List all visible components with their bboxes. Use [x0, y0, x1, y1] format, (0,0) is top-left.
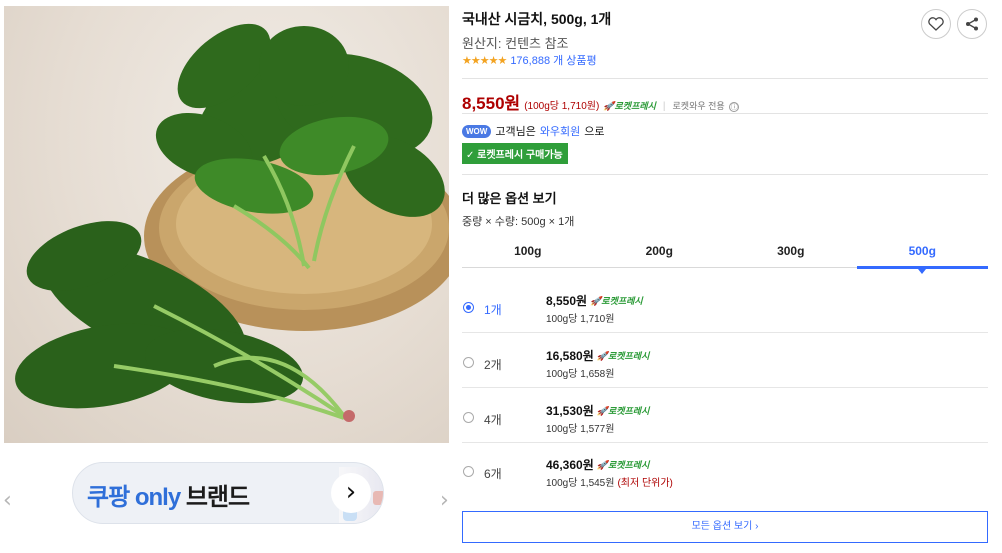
product-image: [4, 6, 449, 443]
wow-suffix: 으로: [584, 126, 605, 138]
wow-member-row: WOW 고객님은 와우회원 으로: [462, 123, 605, 139]
wow-member-link[interactable]: 와우회원: [540, 123, 580, 139]
next-image-arrow-icon[interactable]: ›: [440, 488, 449, 513]
quantity-label: 1개: [484, 303, 502, 317]
quantity-option-row[interactable]: 6개 46,360원 🚀로켓프레시 100g당 1,545원 (최저 단위가): [462, 443, 988, 497]
price-row: 8,550원 (100g당 1,710원) 🚀로켓프레시 | 로켓와우 전용 ⓘ: [462, 89, 740, 114]
selected-option-summary: 중량 × 수량: 500g × 1개: [462, 216, 575, 228]
unit-price: (100g당 1,710원): [524, 101, 600, 112]
quantity-label: 4개: [484, 413, 502, 427]
more-options-title: 더 많은 옵션 보기: [462, 191, 557, 206]
rating-summary[interactable]: ★★★★★ 176,888 개 상품평: [462, 52, 597, 68]
radio-selected[interactable]: [463, 302, 474, 313]
rocket-wow-only-note[interactable]: 로켓와우 전용 ⓘ: [673, 99, 740, 112]
divider: [462, 78, 988, 79]
weight-tabs: 100g 200g 300g 500g: [462, 238, 989, 274]
rocket-fresh-badge: 🚀로켓프레시: [590, 296, 643, 306]
star-rating-icon: ★★★★★: [462, 53, 507, 67]
review-count-link[interactable]: 176,888 개 상품평: [510, 52, 596, 68]
rocket-fresh-badge: 🚀로켓프레시: [596, 406, 650, 416]
tab-500g[interactable]: 500g: [856, 238, 989, 274]
option-price: 8,550원 🚀로켓프레시: [546, 294, 643, 308]
product-title: 국내산 시금치, 500g, 1개: [462, 11, 612, 27]
all-options-button[interactable]: 모든 옵션 보기 ›: [462, 511, 988, 543]
sale-price: 8,550원: [462, 94, 521, 113]
divider: [462, 113, 988, 114]
wishlist-heart-button[interactable]: [921, 9, 951, 39]
rocket-fresh-badge: 🚀로켓프레시: [603, 101, 656, 111]
divider: [462, 174, 988, 175]
option-unit-price: 100g당 1,710원: [546, 314, 615, 325]
radio-unselected[interactable]: [463, 357, 474, 368]
quantity-label: 6개: [484, 467, 502, 481]
lowest-unit-price-note: (최저 단위가): [617, 478, 673, 489]
share-button[interactable]: [957, 9, 987, 39]
heart-icon: [928, 17, 944, 31]
option-price: 16,580원 🚀로켓프레시: [546, 349, 650, 363]
wow-prefix: 고객님은: [495, 126, 536, 138]
product-origin: 원산지: 컨텐츠 참조: [462, 36, 569, 51]
coupang-only-brand-banner[interactable]: 쿠팡 only 브랜드 ›: [72, 462, 384, 524]
prev-image-arrow-icon[interactable]: ‹: [3, 488, 12, 513]
info-icon[interactable]: ⓘ: [729, 102, 740, 112]
tab-300g[interactable]: 300g: [725, 238, 857, 267]
chevron-right-icon[interactable]: ›: [331, 473, 371, 513]
wow-badge: WOW: [462, 124, 492, 138]
option-unit-price: 100g당 1,577원: [546, 424, 615, 435]
share-icon: [966, 17, 978, 31]
separator: |: [662, 101, 666, 112]
banner-brand-a: 쿠팡 only: [87, 484, 181, 511]
quantity-option-row[interactable]: 2개 16,580원 🚀로켓프레시 100g당 1,658원: [462, 334, 988, 388]
spinach-illustration: [15, 23, 449, 422]
rocket-fresh-badge: 🚀로켓프레시: [596, 351, 650, 361]
radio-unselected[interactable]: [463, 412, 474, 423]
quantity-label: 2개: [484, 358, 502, 372]
radio-unselected[interactable]: [463, 466, 474, 477]
quantity-option-row[interactable]: 4개 31,530원 🚀로켓프레시 100g당 1,577원: [462, 389, 988, 443]
option-price: 31,530원 🚀로켓프레시: [546, 404, 650, 418]
banner-text: 쿠팡 only 브랜드: [87, 477, 250, 512]
option-price: 46,360원 🚀로켓프레시: [546, 458, 650, 472]
tab-100g[interactable]: 100g: [462, 238, 594, 267]
tab-200g[interactable]: 200g: [594, 238, 726, 267]
option-unit-price: 100g당 1,545원 (최저 단위가): [546, 478, 673, 489]
banner-brand-b: 브랜드: [185, 484, 250, 511]
option-unit-price: 100g당 1,658원: [546, 369, 615, 380]
rocket-fresh-available-badge: ✓ 로켓프레시 구매가능: [462, 143, 568, 164]
quantity-option-row[interactable]: 1개 8,550원 🚀로켓프레시 100g당 1,710원: [462, 279, 988, 333]
rocket-fresh-badge: 🚀로켓프레시: [596, 460, 650, 470]
